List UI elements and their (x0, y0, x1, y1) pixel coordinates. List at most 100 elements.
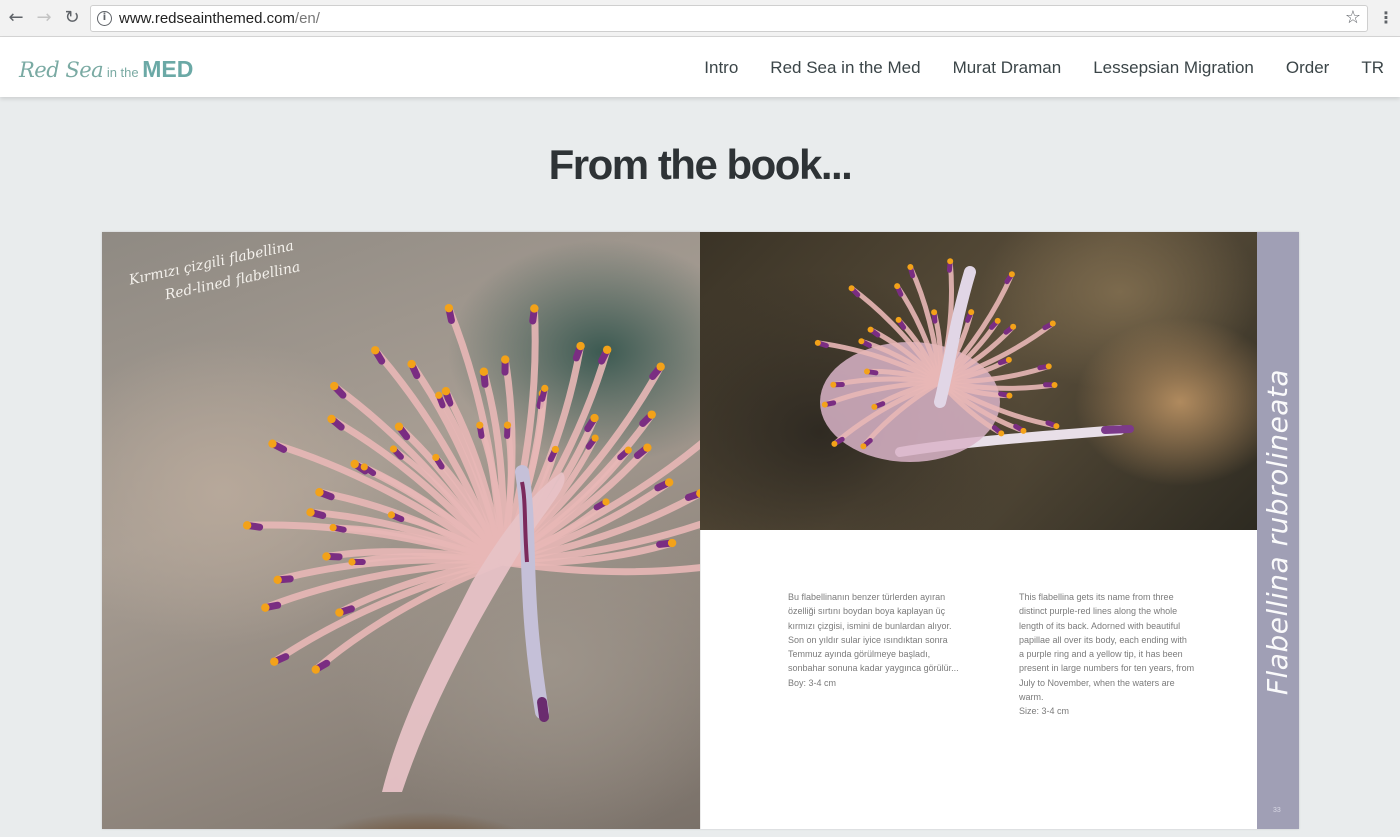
ceras-orange-tip (444, 303, 454, 313)
main-navigation: Intro Red Sea in the Med Murat Draman Le… (672, 57, 1384, 79)
ceras-orange-tip (994, 317, 1001, 324)
ceras-orange-tip (435, 391, 443, 399)
ceras-orange-tip (503, 421, 512, 429)
species-name: Flabellina rubrolineata (1257, 232, 1299, 829)
ceras-orange-tip (476, 421, 484, 429)
ceras-orange-tip (1020, 427, 1027, 434)
ceras-orange-tip (894, 283, 901, 290)
ceras-orange-tip (998, 430, 1005, 437)
url-text[interactable]: www.redseainthemed.com/en/ (119, 10, 320, 28)
site-header: Red Sea in the MED Intro Red Sea in the … (0, 37, 1400, 97)
ceras-orange-tip (830, 381, 837, 388)
ceras-orange-tip (643, 443, 652, 452)
ceras-orange-tip (576, 341, 585, 351)
ceras-orange-tip (479, 367, 489, 376)
ceras-orange-tip (335, 608, 344, 617)
ceras-orange-tip (322, 552, 331, 561)
ceras-orange-tip (1049, 320, 1056, 327)
ceras-orange-tip (270, 657, 279, 666)
ceras-orange-tip (602, 345, 612, 354)
ceras-orange-tip (664, 478, 674, 487)
ceras-orange-tip (602, 498, 610, 506)
ceras-orange-tip (821, 401, 828, 408)
ceras-orange-tip (1006, 392, 1013, 399)
ceras-orange-tip (931, 309, 938, 316)
ceras-orange-tip (871, 403, 878, 410)
ceras-orange-tip (624, 446, 632, 454)
ceras-orange-tip (848, 285, 855, 292)
logo-red-sea: Red Sea (19, 58, 104, 82)
nudibranch-illustration-left (242, 303, 700, 792)
nudibranch-illustration-right (814, 258, 1134, 462)
ceras-orange-tip (860, 443, 867, 450)
nav-murat-draman[interactable]: Murat Draman (953, 57, 1062, 79)
ceras-orange-tip (327, 414, 336, 424)
description-turkish: Bu flabellinanın benzer türlerden ayıran… (788, 592, 959, 688)
nav-red-sea-in-the-med[interactable]: Red Sea in the Med (770, 57, 920, 79)
ceras-orange-tip (814, 339, 821, 346)
reload-icon[interactable]: ↻ (62, 8, 82, 28)
ceras-orange-tip (261, 603, 270, 612)
address-bar[interactable]: i www.redseainthemed.com/en/ ☆ (90, 5, 1368, 32)
ceras-orange-tip (864, 368, 871, 375)
ceras-orange-tip (407, 359, 416, 369)
site-logo[interactable]: Red Sea in the MED (19, 57, 193, 85)
nav-lessepsian-migration[interactable]: Lessepsian Migration (1093, 57, 1254, 79)
ceras-orange-tip (1010, 323, 1017, 330)
page-title: From the book... (548, 141, 853, 188)
ceras-orange-tip (432, 453, 440, 462)
ceras-orange-tip (551, 445, 560, 454)
info-icon[interactable]: i (97, 11, 112, 26)
ceras-orange-tip (895, 316, 902, 323)
ceras-orange-tip (1008, 271, 1015, 278)
ceras-orange-tip (273, 575, 282, 585)
ceras-orange-tip (387, 511, 396, 519)
ceras-orange-tip (647, 410, 656, 419)
ceras-orange-tip (1053, 423, 1060, 430)
ceras-orange-tip (394, 422, 404, 431)
page-number: 33 (1273, 807, 1281, 814)
ceras-orange-tip (306, 508, 315, 517)
forward-icon[interactable]: → (34, 8, 54, 28)
ceras-orange-tip (315, 488, 324, 497)
species-title-strip: Flabellina rubrolineata 33 (1257, 232, 1299, 829)
nav-intro[interactable]: Intro (704, 57, 738, 79)
ceras-orange-tip (242, 521, 252, 530)
ceras-orange-tip (591, 434, 599, 442)
ceras-orange-tip (441, 387, 451, 396)
ceras-orange-tip (907, 264, 914, 271)
species-name-text: Flabellina rubrolineata (1261, 368, 1294, 696)
nudibranch-photo-right (700, 232, 1257, 530)
nav-language-tr[interactable]: TR (1361, 57, 1384, 79)
ceras-orange-tip (501, 355, 510, 364)
ceras-orange-tip (541, 384, 549, 392)
ceras-orange-tip (530, 304, 539, 313)
back-icon[interactable]: ← (6, 8, 26, 28)
ceras-orange-tip (656, 362, 665, 371)
ceras-orange-tip (858, 338, 865, 345)
ceras-orange-tip (1005, 356, 1012, 363)
ceras-orange-tip (667, 538, 677, 548)
nav-order[interactable]: Order (1286, 57, 1329, 79)
ceras-orange-tip (867, 326, 874, 333)
ceras-orange-tip (1051, 381, 1058, 388)
ceras-orange-tip (831, 440, 838, 447)
ceras-orange-tip (360, 463, 368, 471)
logo-med: MED (142, 56, 194, 82)
ceras-orange-tip (947, 258, 954, 265)
ceras-orange-tip (348, 558, 356, 566)
browser-menu-icon[interactable]: ⋮ (1378, 8, 1394, 28)
ceras-orange-tip (311, 665, 321, 674)
ceras-orange-tip (329, 523, 337, 532)
description-english: This flabellina gets its name from three… (1019, 592, 1195, 717)
ceras-orange-tip (268, 439, 277, 448)
logo-in-the: in the (103, 65, 143, 80)
bookmark-star-icon[interactable]: ☆ (1345, 8, 1361, 28)
ceras-orange-tip (330, 381, 339, 391)
nudibranch-photo-left: Kırmızı çizgili flabellina Red-lined fla… (102, 232, 700, 829)
url-path: /en/ (294, 10, 320, 27)
url-host: www.redseainthemed.com (119, 10, 295, 27)
ceras-orange-tip (1045, 363, 1052, 370)
book-spread-image: Kırmızı çizgili flabellina Red-lined fla… (102, 232, 1299, 829)
ceras-orange-tip (389, 445, 398, 453)
